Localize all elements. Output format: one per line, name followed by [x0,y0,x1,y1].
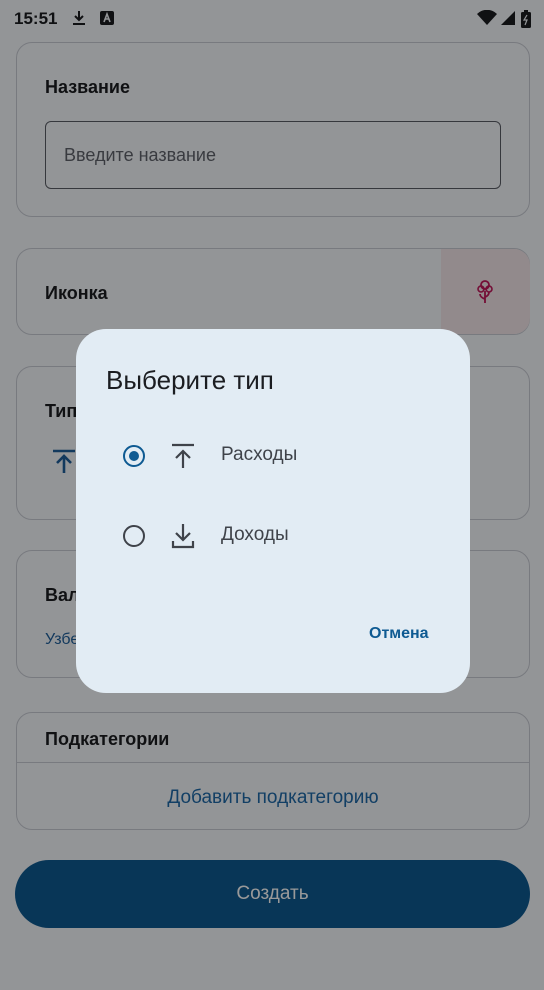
upload-icon [171,443,195,474]
radio-income[interactable] [123,525,145,547]
dialog-title: Выберите тип [106,365,274,395]
option-expenses-label: Расходы [221,444,298,465]
type-dialog: Выберите тип Расходы Доходы Отмена [76,329,470,693]
option-income-label: Доходы [221,524,289,545]
download-icon [171,523,195,554]
option-income[interactable]: Доходы [76,507,470,565]
cancel-button[interactable]: Отмена [369,625,429,643]
option-expenses[interactable]: Расходы [76,427,470,485]
radio-expenses[interactable] [123,445,145,467]
